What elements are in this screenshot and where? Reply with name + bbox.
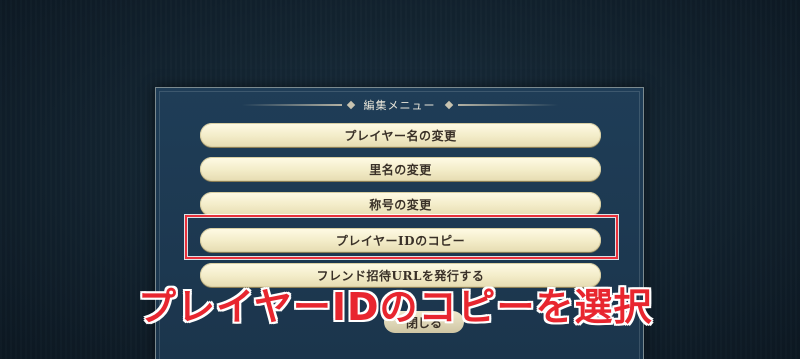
button-label: 里名の変更 bbox=[369, 162, 432, 177]
button-label: フレンド招待URLを発行する bbox=[316, 268, 485, 283]
change-title-button[interactable]: 称号の変更 bbox=[200, 192, 601, 216]
button-label: プレイヤー名の変更 bbox=[344, 128, 457, 143]
ornament-line-left-icon bbox=[241, 104, 342, 106]
change-village-name-button[interactable]: 里名の変更 bbox=[200, 157, 601, 181]
menu-title: 編集メニュー bbox=[363, 99, 436, 112]
ornament-diamond-icon bbox=[346, 100, 355, 110]
highlight-box bbox=[185, 215, 618, 259]
change-player-name-button[interactable]: プレイヤー名の変更 bbox=[200, 123, 601, 147]
button-label: 称号の変更 bbox=[369, 197, 432, 212]
menu-header: 編集メニュー bbox=[156, 96, 643, 114]
ornament-line-right-icon bbox=[457, 104, 558, 106]
ornament-diamond-icon bbox=[444, 100, 453, 110]
annotation-caption: プレイヤーIDのコピーを選択 bbox=[138, 285, 653, 329]
